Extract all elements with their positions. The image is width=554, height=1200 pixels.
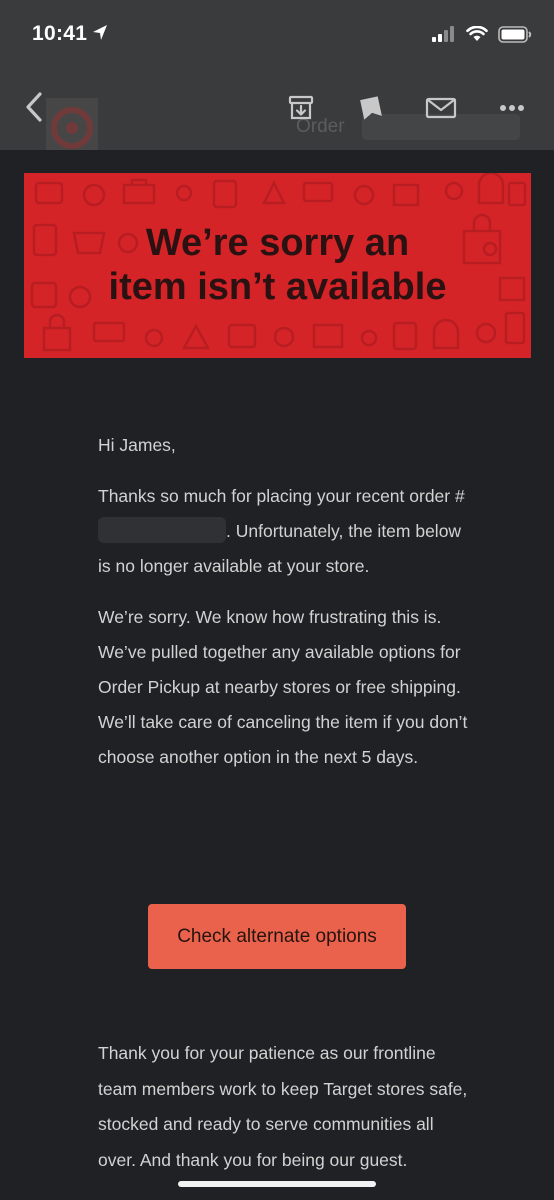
battery-icon — [498, 25, 532, 43]
banner-title-line-2: item isn’t available — [108, 266, 447, 308]
apology-paragraph: We’re sorry. We know how frustrating thi… — [98, 607, 468, 767]
label-button[interactable] — [351, 88, 391, 128]
order-paragraph-start: Thanks so much for placing your recent o… — [98, 486, 465, 506]
status-bar: 10:41 — [0, 0, 554, 70]
email-body: Hi James, Thanks so much for placing you… — [98, 428, 470, 791]
status-time: 10:41 — [32, 22, 88, 45]
cellular-signal-icon — [432, 26, 454, 42]
back-icon — [26, 92, 42, 122]
archive-button[interactable] — [281, 88, 321, 128]
wifi-icon — [466, 26, 488, 41]
redacted-order-number-inline — [98, 517, 226, 543]
email-body-footer: Thank you for your patience as our front… — [98, 1036, 470, 1178]
back-button[interactable] — [14, 87, 54, 127]
archive-icon — [288, 95, 314, 120]
mark-unread-button[interactable] — [421, 88, 461, 128]
location-arrow-icon — [93, 25, 107, 40]
sorry-banner: We’re sorry an item isn’t available — [24, 173, 531, 358]
more-options-button[interactable] — [492, 88, 532, 128]
home-indicator[interactable] — [178, 1181, 376, 1187]
check-alternate-options-button[interactable]: Check alternate options — [148, 904, 406, 969]
status-indicators — [432, 24, 532, 44]
email-toolbar: Order — [0, 70, 554, 150]
banner-title: We’re sorry an item isn’t available — [24, 221, 531, 309]
order-paragraph: Thanks so much for placing your recent o… — [98, 479, 470, 584]
label-icon — [360, 96, 382, 120]
greeting: Hi James, — [98, 435, 176, 455]
banner-title-line-1: We’re sorry an — [145, 222, 410, 264]
thank-you-paragraph: Thank you for your patience as our front… — [98, 1043, 468, 1170]
more-icon — [500, 105, 524, 111]
mail-icon — [425, 97, 457, 119]
